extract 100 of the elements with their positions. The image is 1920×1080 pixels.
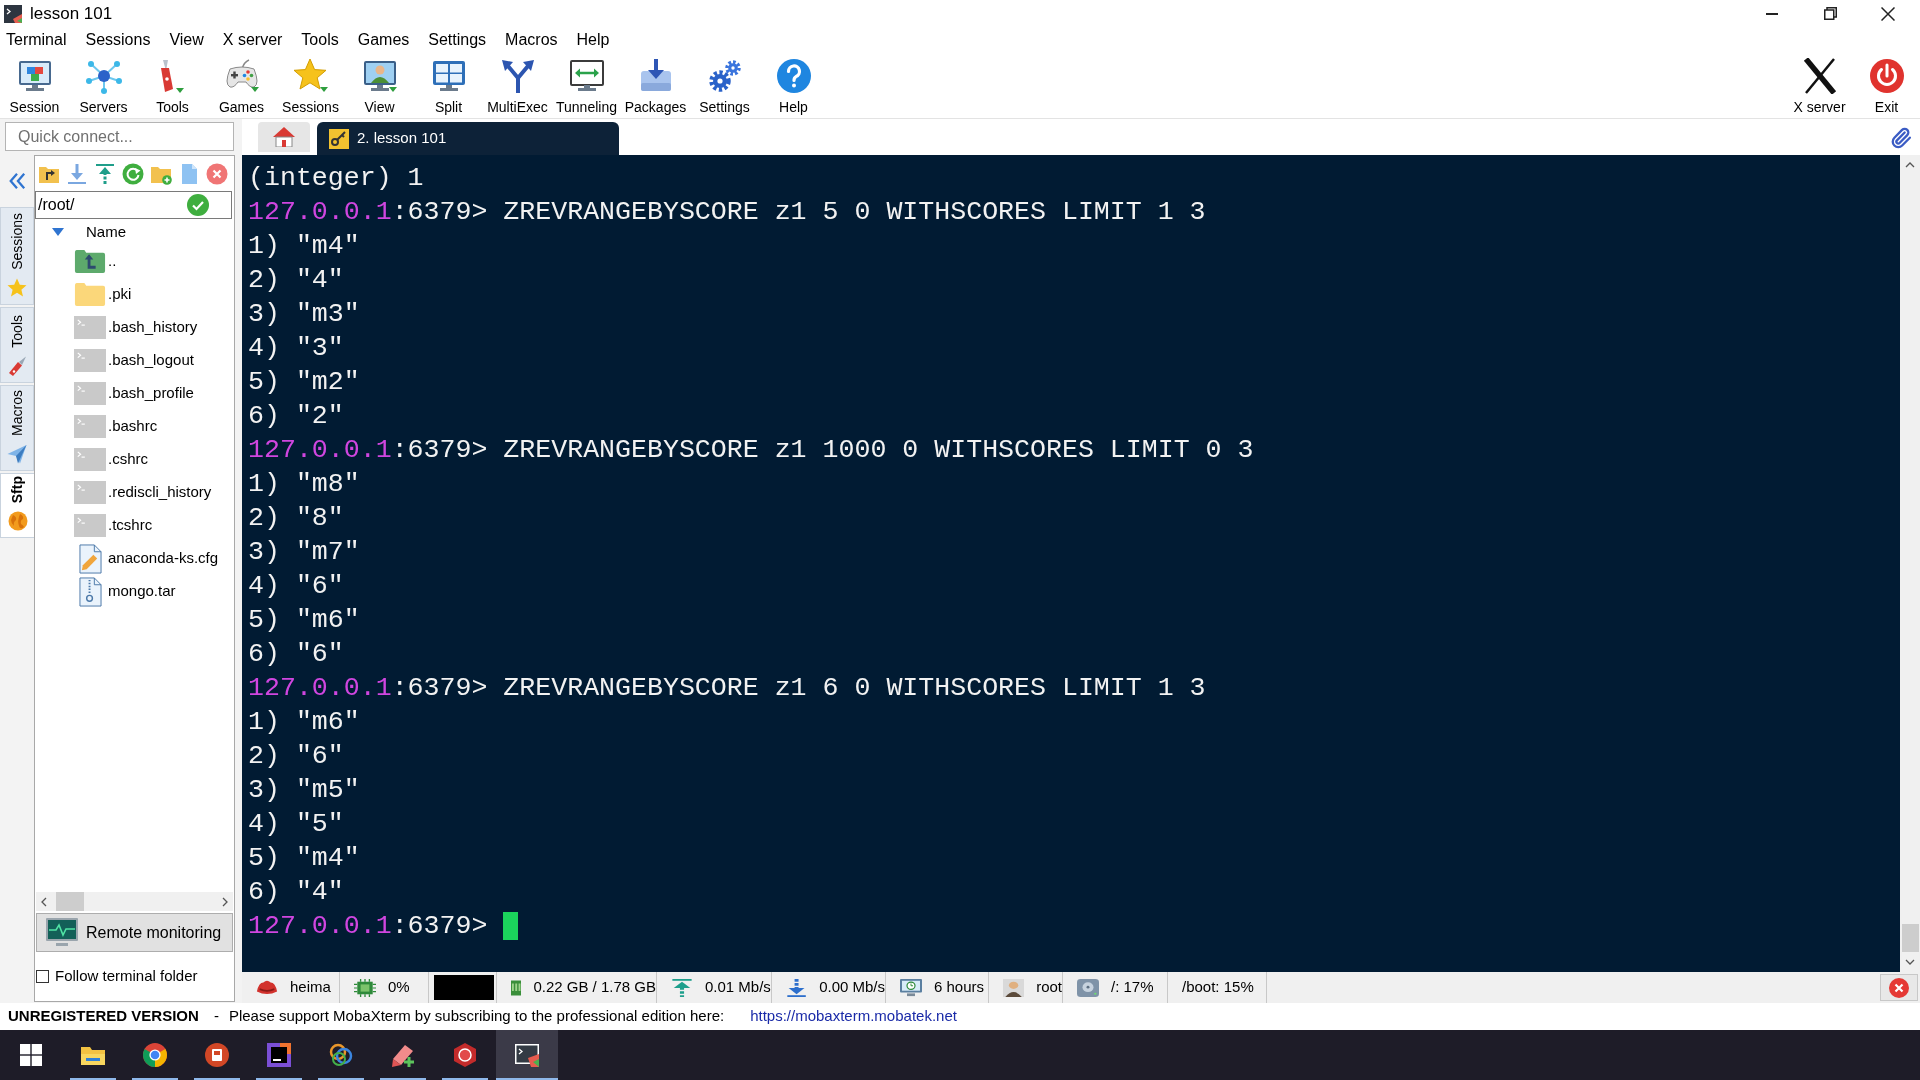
segmented-circle-icon — [142, 1042, 168, 1068]
paper-plane-icon — [7, 444, 27, 464]
output-line: 3) "m3" — [248, 298, 360, 331]
toolbar-button[interactable]: Sessions — [276, 58, 345, 116]
knife-icon — [7, 356, 27, 376]
file-name[interactable]: anaconda-ks.cfg — [108, 547, 219, 570]
login-user-text: root — [1036, 977, 1062, 998]
close-icon — [1881, 6, 1895, 21]
chevron-down-icon[interactable] — [1905, 959, 1915, 965]
path-field[interactable]: /root/ — [35, 191, 232, 219]
refresh-icon[interactable] — [122, 162, 144, 185]
toolbar-button[interactable]: Help — [759, 58, 828, 116]
toolbar-button[interactable]: MultiExec — [483, 58, 552, 116]
file-name[interactable]: .tcshrc — [108, 514, 153, 537]
chevron-up-icon[interactable] — [1905, 162, 1915, 168]
terminal-window-icon — [514, 1042, 540, 1068]
file-name[interactable]: .rediscli_history — [108, 481, 212, 504]
scrollbar-thumb[interactable] — [1901, 924, 1919, 952]
menu-item[interactable]: Help — [576, 28, 610, 52]
output-line: 6) "6" — [248, 638, 344, 671]
output-line: 3) "m5" — [248, 774, 360, 807]
toolbar-button[interactable]: Packages — [621, 58, 690, 116]
output-line: 2) "6" — [248, 740, 344, 773]
menu-item[interactable]: Tools — [301, 28, 339, 52]
remote-monitoring-button[interactable]: Remote monitoring — [36, 913, 233, 952]
toolbar-button[interactable]: Exit — [1853, 58, 1920, 116]
toolbar-button[interactable]: Split — [414, 58, 483, 116]
file-name[interactable]: .. — [108, 250, 117, 273]
toolbar-button[interactable]: Servers — [69, 58, 138, 116]
paperclip-icon[interactable] — [1890, 127, 1912, 149]
menu-item[interactable]: View — [169, 28, 204, 52]
file-name[interactable]: .bashrc — [108, 415, 158, 438]
menu-item[interactable]: Sessions — [85, 28, 151, 52]
column-header[interactable]: Name — [86, 220, 126, 244]
star-icon — [7, 278, 27, 298]
menu-item[interactable]: Games — [357, 28, 410, 52]
output-line: 1) "m4" — [248, 230, 360, 263]
taskbar-button[interactable] — [496, 1030, 558, 1080]
prompt-line: 127.0.0.1:6379> — [248, 909, 519, 943]
side-tab[interactable]: Sftp — [0, 473, 34, 538]
folder-icon — [74, 282, 106, 307]
monitor-pulse-icon — [46, 917, 78, 948]
chevron-right-icon[interactable] — [222, 896, 228, 907]
monitor-clock-icon — [900, 978, 922, 997]
output-line: 2) "8" — [248, 502, 344, 535]
folder-up-icon — [74, 249, 106, 274]
document-zipper-icon — [78, 576, 102, 607]
home-tab[interactable] — [258, 122, 310, 152]
website-link[interactable]: https://mobaxterm.mobatek.net — [750, 1005, 957, 1028]
cpu-usage-text: 0% — [388, 977, 410, 998]
scrollbar-thumb[interactable] — [56, 892, 84, 911]
toolbar-button[interactable]: X server — [1786, 58, 1853, 116]
start-icon — [20, 1044, 42, 1066]
output-line: 3) "m7" — [248, 536, 360, 569]
memory-usage-text: 0.22 GB / 1.78 GB — [533, 977, 656, 998]
check-icon — [187, 194, 209, 216]
disk-usage-text: /: 17% — [1111, 977, 1154, 998]
prompt-line: 127.0.0.1:6379> ZREVRANGEBYSCORE z1 6 0 WITHSCORES LIMIT 1 3 — [248, 672, 1206, 705]
file-name[interactable]: .bash_logout — [108, 349, 194, 372]
upload-icon[interactable] — [94, 162, 116, 185]
toolbar-button[interactable]: Tunneling — [552, 58, 621, 116]
power-icon — [1868, 58, 1905, 94]
side-tab[interactable]: Sessions — [0, 207, 34, 305]
toolbar-button[interactable]: View — [345, 58, 414, 116]
session-tab[interactable]: 2. lesson 101 — [317, 122, 619, 155]
file-name[interactable]: .cshrc — [108, 448, 148, 471]
delete-icon[interactable] — [206, 162, 228, 185]
menu-item[interactable]: Terminal — [6, 28, 67, 52]
side-tab[interactable]: Macros — [0, 385, 34, 471]
monitor-cubes-icon — [16, 58, 53, 94]
menu-item[interactable]: Macros — [505, 28, 558, 52]
collapse-icon[interactable] — [8, 172, 26, 190]
output-line: 1) "m8" — [248, 468, 360, 501]
toolbar-button[interactable]: Settings — [690, 58, 759, 116]
output-line: (integer) 1 — [248, 162, 424, 195]
menu-item[interactable]: X server — [222, 28, 283, 52]
network-icon — [85, 58, 122, 94]
sort-triangle-icon[interactable] — [52, 228, 64, 236]
chevron-left-icon[interactable] — [41, 896, 47, 907]
download-speed-text: 0.00 Mb/s — [819, 977, 885, 998]
file-name[interactable]: mongo.tar — [108, 580, 176, 603]
file-name[interactable]: .pki — [108, 283, 132, 306]
rings-icon — [328, 1042, 354, 1068]
menu-item[interactable]: Settings — [428, 28, 487, 52]
document-pencil-icon — [78, 543, 102, 574]
close-panel-button[interactable] — [1880, 974, 1918, 1001]
quick-connect-field[interactable]: Quick connect... — [5, 122, 234, 151]
toolbar-button[interactable]: Tools — [138, 58, 207, 116]
gamepad-icon — [223, 58, 260, 94]
help-icon — [775, 58, 812, 94]
file-name[interactable]: .bash_history — [108, 316, 198, 339]
square-logo-icon — [266, 1042, 292, 1068]
side-tab[interactable]: Tools — [0, 307, 34, 383]
toolbar-button[interactable]: Games — [207, 58, 276, 116]
split-screen-icon — [430, 58, 467, 94]
terminal-file-icon — [74, 349, 106, 372]
checkbox[interactable] — [36, 970, 49, 983]
toolbar-button[interactable]: Session — [0, 58, 69, 116]
support-message: Please support MobaXterm by subscribing to the professional edition here: — [228, 1006, 725, 1027]
file-name[interactable]: .bash_profile — [108, 382, 194, 405]
